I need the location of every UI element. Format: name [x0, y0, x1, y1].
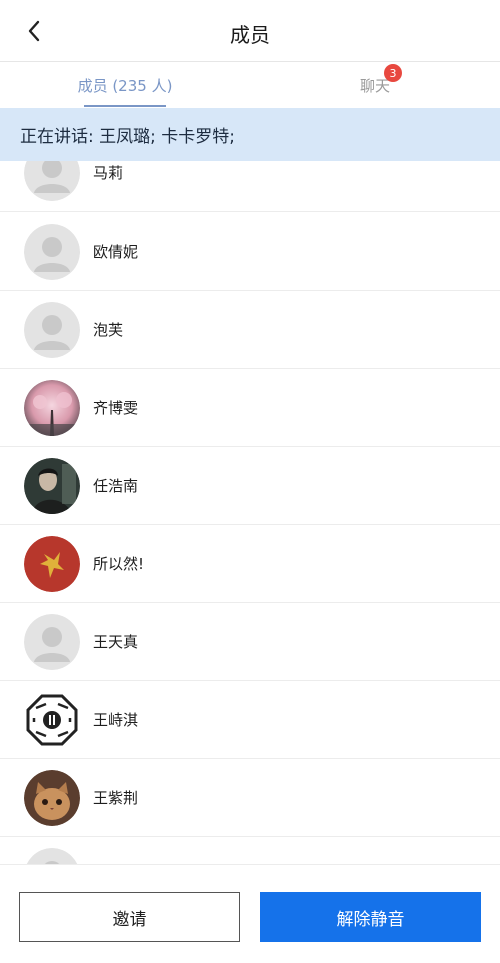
- avatar: [24, 770, 80, 826]
- member-row[interactable]: 所以然!: [0, 525, 500, 603]
- app-screen: 成员 成员 (235 人) 聊天 3 正在讲话: 王凤璐; 卡卡罗特; 马莉 欧…: [0, 0, 500, 963]
- speaking-banner: 正在讲话: 王凤璐; 卡卡罗特;: [0, 108, 500, 161]
- tab-chat[interactable]: 聊天: [250, 62, 500, 108]
- avatar: [24, 224, 80, 280]
- default-avatar-icon: [24, 614, 80, 670]
- member-row[interactable]: 王紫荆: [0, 759, 500, 837]
- speaking-text: 正在讲话: 王凤璐; 卡卡罗特;: [20, 127, 235, 147]
- member-list[interactable]: 马莉 欧倩妮 泡芙 齐博雯 任浩南 所以然! 王天真 王峙淇 王紫荆: [0, 161, 500, 864]
- chat-unread-badge: 3: [384, 64, 402, 82]
- member-name: 欧倩妮: [93, 243, 139, 261]
- member-row[interactable]: 马莉: [0, 161, 500, 212]
- tab-bar: 成员 (235 人) 聊天 3: [0, 62, 500, 108]
- member-name: 马莉: [93, 164, 124, 182]
- member-name: 所以然!: [93, 555, 145, 573]
- nav-bar: 成员: [0, 0, 500, 62]
- default-avatar-icon: [24, 161, 80, 201]
- gold-ornament-photo-icon: [24, 536, 80, 592]
- member-name: 齐博雯: [93, 399, 139, 417]
- avatar: [24, 692, 80, 748]
- member-row[interactable]: 王天真: [0, 603, 500, 681]
- member-row[interactable]: 王峙淇: [0, 681, 500, 759]
- avatar: [24, 536, 80, 592]
- avatar: [24, 458, 80, 514]
- member-row[interactable]: 任浩南: [0, 447, 500, 525]
- avatar: [24, 302, 80, 358]
- member-name: 泡芙: [93, 321, 124, 339]
- cherry-blossom-photo-icon: [24, 380, 80, 436]
- bottom-action-bar: 邀请 解除静音: [0, 864, 500, 963]
- cat-photo-icon: [24, 770, 80, 826]
- invite-button[interactable]: 邀请: [19, 892, 240, 942]
- avatar: [24, 848, 80, 864]
- unmute-button[interactable]: 解除静音: [260, 892, 481, 942]
- tab-members-label: 成员 (235 人): [77, 76, 173, 95]
- member-name: 王天真: [93, 633, 139, 651]
- avatar: [24, 161, 80, 201]
- active-tab-indicator: [84, 105, 166, 107]
- member-name: 任浩南: [93, 477, 139, 495]
- member-row[interactable]: [0, 837, 500, 864]
- page-title: 成员: [230, 23, 270, 47]
- member-row[interactable]: 齐博雯: [0, 369, 500, 447]
- default-avatar-icon: [24, 224, 80, 280]
- member-name: 王紫荆: [93, 789, 139, 807]
- default-avatar-icon: [26, 848, 78, 864]
- avatar: [24, 380, 80, 436]
- avatar: [24, 614, 80, 670]
- default-avatar-icon: [24, 302, 80, 358]
- portrait-photo-icon: [24, 458, 80, 514]
- member-row[interactable]: 欧倩妮: [0, 213, 500, 291]
- octagon-seal-icon: [24, 692, 80, 748]
- tab-members[interactable]: 成员 (235 人): [0, 62, 250, 108]
- member-row[interactable]: 泡芙: [0, 291, 500, 369]
- member-name: 王峙淇: [93, 711, 139, 729]
